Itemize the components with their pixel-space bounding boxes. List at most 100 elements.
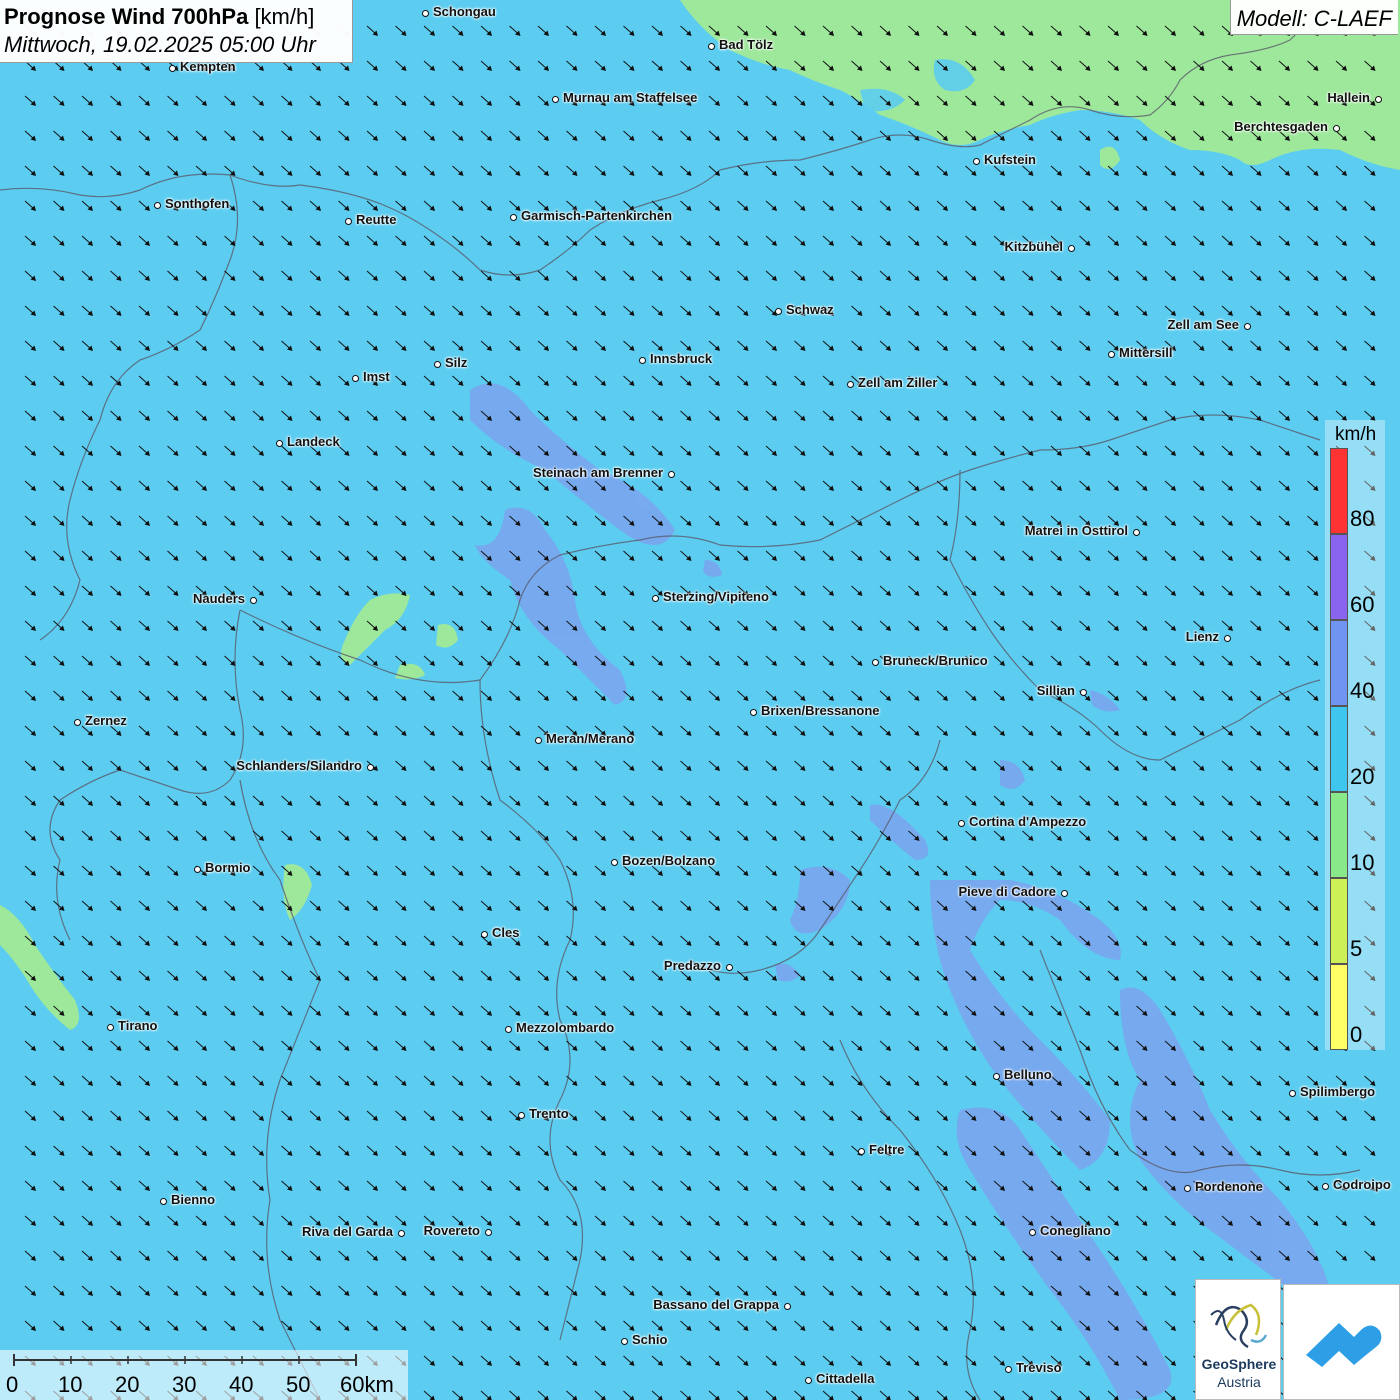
city-label[interactable]: Zell am See [1167, 318, 1239, 332]
city-label[interactable]: Nauders [193, 592, 245, 606]
city-label[interactable]: Rovereto [424, 1224, 480, 1238]
city-label[interactable]: Pieve di Cadore [958, 885, 1056, 899]
city-marker[interactable] [725, 963, 733, 971]
city-label[interactable]: Bormio [205, 861, 251, 875]
city-label[interactable]: Sonthofen [165, 197, 229, 211]
city-marker[interactable] [651, 594, 659, 602]
city-label[interactable]: Schwaz [786, 303, 834, 317]
city-marker[interactable] [804, 1376, 812, 1384]
city-marker[interactable] [344, 217, 352, 225]
city-marker[interactable] [846, 380, 854, 388]
city-label[interactable]: Silz [445, 356, 467, 370]
city-label[interactable]: Matrei in Osttirol [1025, 524, 1128, 538]
city-marker[interactable] [707, 42, 715, 50]
city-marker[interactable] [1288, 1089, 1296, 1097]
city-marker[interactable] [534, 736, 542, 744]
city-label[interactable]: Bozen/Bolzano [622, 854, 715, 868]
city-label[interactable]: Murnau am Staffelsee [563, 91, 697, 105]
city-marker[interactable] [366, 763, 374, 771]
city-marker[interactable] [397, 1229, 405, 1237]
city-marker[interactable] [168, 64, 176, 72]
city-marker[interactable] [1079, 688, 1087, 696]
city-marker[interactable] [749, 708, 757, 716]
city-marker[interactable] [153, 201, 161, 209]
city-marker[interactable] [1132, 528, 1140, 536]
city-marker[interactable] [275, 439, 283, 447]
city-marker[interactable] [871, 658, 879, 666]
city-label[interactable]: Trento [529, 1107, 569, 1121]
city-label[interactable]: Bruneck/Brunico [883, 654, 988, 668]
city-label[interactable]: Hallein [1327, 91, 1370, 105]
city-label[interactable]: Zernez [85, 714, 127, 728]
city-marker[interactable] [351, 374, 359, 382]
city-marker[interactable] [193, 865, 201, 873]
city-label[interactable]: Cortina d'Ampezzo [969, 815, 1086, 829]
city-marker[interactable] [667, 470, 675, 478]
city-label[interactable]: Schlanders/Silandro [236, 759, 362, 773]
city-marker[interactable] [992, 1072, 1000, 1080]
city-label[interactable]: Landeck [287, 435, 340, 449]
city-marker[interactable] [249, 596, 257, 604]
city-label[interactable]: Garmisch-Partenkirchen [521, 209, 672, 223]
city-marker[interactable] [774, 307, 782, 315]
city-label[interactable]: Innsbruck [650, 352, 712, 366]
city-label[interactable]: Kufstein [984, 153, 1036, 167]
city-label[interactable]: Riva del Garda [302, 1225, 393, 1239]
city-label[interactable]: Codroipo [1333, 1178, 1391, 1192]
city-label[interactable]: Bad Tölz [719, 38, 773, 52]
city-marker[interactable] [1067, 244, 1075, 252]
city-marker[interactable] [610, 858, 618, 866]
city-marker[interactable] [421, 9, 429, 17]
geosphere-logo[interactable]: GeoSphere Austria [1195, 1279, 1281, 1400]
city-label[interactable]: Meran/Merano [546, 732, 634, 746]
city-label[interactable]: Cles [492, 926, 519, 940]
city-label[interactable]: Brixen/Bressanone [761, 704, 880, 718]
city-marker[interactable] [159, 1197, 167, 1205]
city-label[interactable]: Berchtesgaden [1234, 120, 1328, 134]
city-marker[interactable] [1223, 634, 1231, 642]
city-marker[interactable] [1060, 889, 1068, 897]
city-label[interactable]: Reutte [356, 213, 396, 227]
city-marker[interactable] [638, 356, 646, 364]
city-label[interactable]: Lienz [1186, 630, 1219, 644]
weather-app-logo[interactable] [1283, 1284, 1400, 1400]
city-label[interactable]: Sillian [1037, 684, 1075, 698]
city-marker[interactable] [1332, 124, 1340, 132]
city-label[interactable]: Bienno [171, 1193, 215, 1207]
city-label[interactable]: Imst [363, 370, 390, 384]
city-label[interactable]: Feltre [869, 1143, 904, 1157]
city-marker[interactable] [480, 930, 488, 938]
city-label[interactable]: Conegliano [1040, 1224, 1111, 1238]
city-label[interactable]: Cittadella [816, 1372, 875, 1386]
city-marker[interactable] [972, 157, 980, 165]
city-label[interactable]: Steinach am Brenner [533, 466, 663, 480]
city-marker[interactable] [957, 819, 965, 827]
city-marker[interactable] [484, 1228, 492, 1236]
city-label[interactable]: Treviso [1016, 1361, 1062, 1375]
city-marker[interactable] [509, 213, 517, 221]
city-label[interactable]: Spilimbergo [1300, 1085, 1375, 1099]
city-label[interactable]: Tirano [118, 1019, 158, 1033]
city-label[interactable]: Kempten [180, 60, 236, 74]
city-marker[interactable] [857, 1147, 865, 1155]
city-marker[interactable] [517, 1111, 525, 1119]
city-label[interactable]: Belluno [1004, 1068, 1052, 1082]
forecast-map[interactable]: Prognose Wind 700hPa [km/h] Mittwoch, 19… [0, 0, 1400, 1400]
city-label[interactable]: Sterzing/Vipiteno [663, 590, 769, 604]
city-label[interactable]: Zell am Ziller [858, 376, 937, 390]
city-marker[interactable] [504, 1025, 512, 1033]
city-marker[interactable] [73, 718, 81, 726]
city-marker[interactable] [1004, 1365, 1012, 1373]
city-marker[interactable] [1028, 1228, 1036, 1236]
city-marker[interactable] [1107, 350, 1115, 358]
city-marker[interactable] [620, 1337, 628, 1345]
city-marker[interactable] [1243, 322, 1251, 330]
city-label[interactable]: Schongau [433, 5, 496, 19]
city-marker[interactable] [106, 1023, 114, 1031]
city-label[interactable]: Mittersill [1119, 346, 1172, 360]
city-label[interactable]: Predazzo [664, 959, 721, 973]
city-label[interactable]: Bassano del Grappa [653, 1298, 779, 1312]
city-marker[interactable] [1183, 1184, 1191, 1192]
city-label[interactable]: Mezzolombardo [516, 1021, 614, 1035]
city-label[interactable]: Pordenone [1195, 1180, 1263, 1194]
